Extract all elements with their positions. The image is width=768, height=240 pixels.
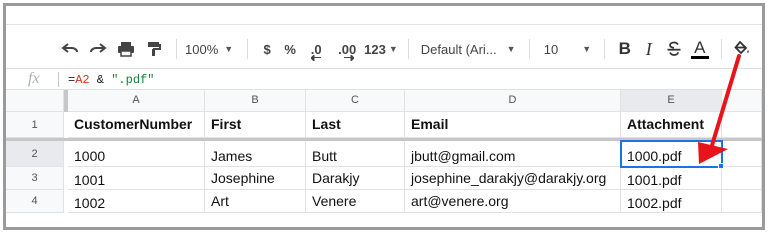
screenshot-frame: 100% ▼ $ % .0 .00 123 ▼ Default (Ari... … <box>3 3 765 230</box>
annotation-arrow <box>698 54 741 164</box>
